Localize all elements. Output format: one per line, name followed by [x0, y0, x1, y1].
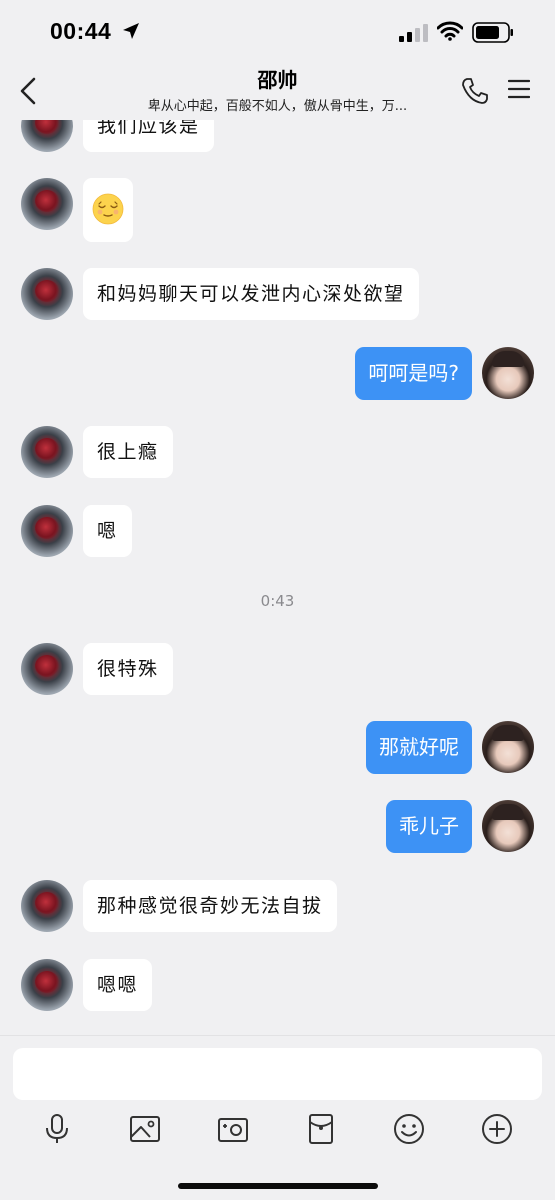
message-outgoing: 乖儿子 [0, 800, 555, 853]
message-incoming: 嗯 [0, 505, 555, 557]
contact-avatar[interactable] [21, 959, 73, 1011]
message-outgoing: 那就好呢 [0, 721, 555, 774]
battery-icon [472, 22, 513, 43]
message-bubble[interactable]: 嗯 [83, 505, 132, 557]
message-timestamp: 0:43 [260, 592, 295, 610]
message-bubble[interactable]: 嗯嗯 [83, 959, 153, 1011]
message-incoming [0, 178, 555, 242]
contact-avatar[interactable] [21, 643, 73, 695]
message-incoming: 很上瘾 [0, 426, 555, 478]
menu-icon[interactable] [508, 78, 530, 100]
contact-avatar[interactable] [21, 426, 73, 478]
contact-avatar[interactable] [21, 505, 73, 557]
message-bubble[interactable]: 那种感觉很奇妙无法自拔 [83, 880, 337, 932]
location-arrow-icon [123, 23, 139, 39]
status-bar: 00:44 [0, 0, 555, 62]
red-packet-icon[interactable] [304, 1112, 338, 1146]
message-bubble[interactable] [83, 178, 133, 242]
image-icon[interactable] [128, 1112, 162, 1146]
emoji-icon[interactable] [392, 1112, 426, 1146]
composer [0, 1035, 555, 1200]
message-bubble[interactable]: 和妈妈聊天可以发泄内心深处欲望 [83, 268, 419, 320]
message-bubble[interactable]: 很特殊 [83, 643, 173, 695]
contact-avatar[interactable] [21, 268, 73, 320]
message-input[interactable] [13, 1048, 542, 1100]
message-bubble[interactable]: 呵呵是吗? [355, 347, 472, 400]
user-avatar[interactable] [482, 800, 534, 852]
message-bubble[interactable]: 乖儿子 [386, 800, 472, 853]
contact-avatar[interactable] [21, 178, 73, 230]
message-incoming: 很特殊 [0, 643, 555, 695]
plus-icon[interactable] [480, 1112, 514, 1146]
camera-icon[interactable] [216, 1112, 250, 1146]
contact-avatar[interactable] [21, 118, 73, 152]
message-bubble[interactable]: 那就好呢 [366, 721, 472, 774]
message-outgoing: 呵呵是吗? [0, 347, 555, 400]
home-indicator[interactable] [178, 1183, 378, 1189]
wifi-icon [437, 21, 463, 41]
cellular-signal-icon [399, 24, 428, 42]
user-avatar[interactable] [482, 721, 534, 773]
phone-icon[interactable] [460, 76, 490, 106]
message-incoming: 和妈妈聊天可以发泄内心深处欲望 [0, 268, 555, 320]
microphone-icon[interactable] [40, 1112, 74, 1146]
status-time: 00:44 [50, 18, 112, 44]
message-incoming: 我们应该是 [0, 118, 555, 152]
user-avatar[interactable] [482, 347, 534, 399]
message-bubble[interactable]: 我们应该是 [83, 118, 214, 152]
chat-header: 邵帅 卑从心中起，百般不如人，傲从骨中生，万... [0, 62, 555, 120]
message-bubble[interactable]: 很上瘾 [83, 426, 173, 478]
message-list[interactable]: 我们应该是 和妈妈聊天可以发泄内心深处欲望 呵呵是吗? 很上瘾 嗯 0:43 很… [0, 118, 555, 1035]
relieved-face-emoji-icon [92, 193, 124, 225]
message-incoming: 嗯嗯 [0, 959, 555, 1011]
message-incoming: 那种感觉很奇妙无法自拔 [0, 880, 555, 932]
contact-avatar[interactable] [21, 880, 73, 932]
